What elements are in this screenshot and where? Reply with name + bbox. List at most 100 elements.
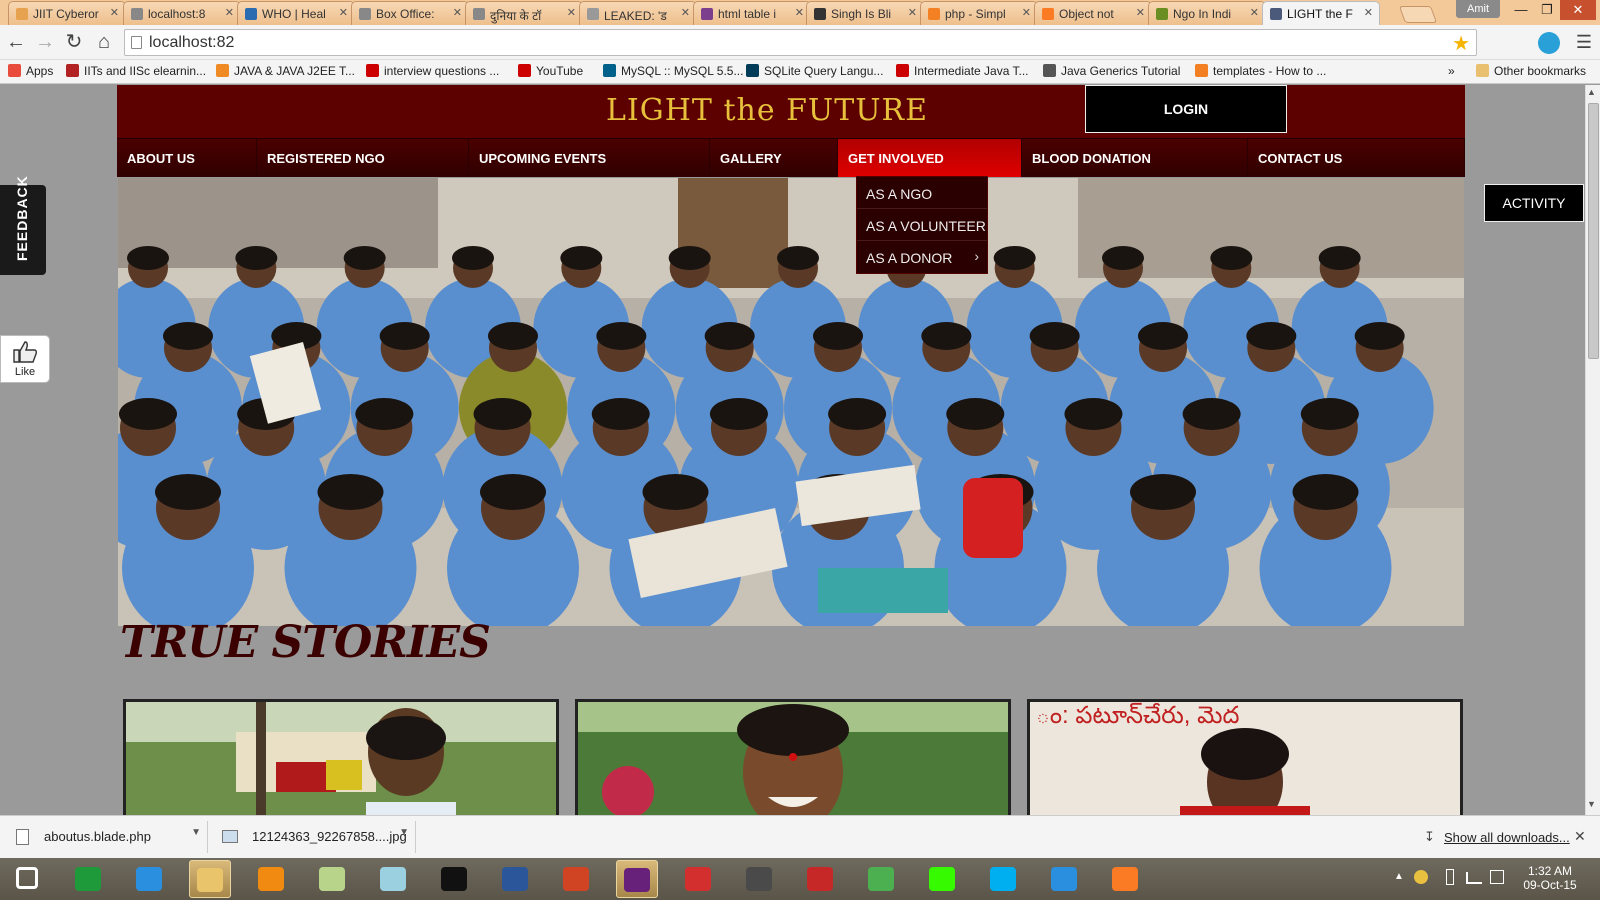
vlc-icon[interactable] (250, 860, 292, 898)
clock[interactable]: 1:32 AM 09-Oct-15 (1514, 864, 1586, 892)
bookmark-item[interactable]: SQLite Query Langu... (746, 64, 883, 78)
cmd-icon[interactable] (433, 860, 475, 898)
close-tab-icon[interactable]: ✕ (1022, 6, 1031, 19)
like-button[interactable]: Like (0, 335, 50, 383)
wifi-icon[interactable] (1043, 860, 1085, 898)
activity-button[interactable]: ACTIVITY (1484, 184, 1584, 222)
download-item-2[interactable]: 12124363_92267858....jpg ▼ (212, 821, 416, 853)
browser-tab[interactable]: दुनिया के टॉ ✕ (465, 1, 583, 25)
close-tab-icon[interactable]: ✕ (453, 6, 462, 19)
flag-icon[interactable] (1490, 870, 1504, 884)
download-item-1[interactable]: aboutus.blade.php ▼ (4, 821, 208, 853)
scroll-up-icon[interactable]: ▲ (1587, 87, 1596, 97)
scroll-down-icon[interactable]: ▼ (1587, 799, 1596, 809)
close-tab-icon[interactable]: ✕ (795, 6, 804, 19)
kaspersky-icon[interactable] (677, 860, 719, 898)
bookmark-star-icon[interactable]: ★ (1452, 31, 1470, 56)
menu-icon[interactable]: ☰ (1572, 30, 1596, 54)
nav-blood-donation[interactable]: BLOOD DONATION (1022, 139, 1248, 177)
store-icon[interactable] (67, 860, 109, 898)
bookmark-item[interactable]: JAVA & JAVA J2EE T... (216, 64, 355, 78)
start-icon[interactable] (6, 860, 48, 898)
sublime-icon[interactable] (738, 860, 780, 898)
chevron-down-icon[interactable]: ▼ (399, 827, 409, 838)
maximize-button[interactable]: ❐ (1534, 0, 1560, 20)
notepad-icon[interactable] (372, 860, 414, 898)
close-tab-icon[interactable]: ✕ (567, 6, 576, 19)
nav-contact-us[interactable]: CONTACT US (1248, 139, 1465, 177)
new-tab-button[interactable] (1398, 6, 1438, 23)
scrollbar-thumb[interactable] (1588, 103, 1599, 359)
feedback-tab[interactable]: FEEDBACK (0, 175, 46, 275)
close-tab-icon[interactable]: ✕ (908, 6, 917, 19)
back-icon[interactable]: ← (4, 30, 28, 54)
bookmark-item[interactable]: Intermediate Java T... (896, 64, 1029, 78)
nav-gallery[interactable]: GALLERY (710, 139, 838, 177)
bookmark-item[interactable]: interview questions ... (366, 64, 499, 78)
word-icon[interactable] (494, 860, 536, 898)
folder-icon[interactable] (311, 860, 353, 898)
skype-icon[interactable] (982, 860, 1024, 898)
nav-get-involved[interactable]: GET INVOLVED (838, 139, 1022, 177)
powerpoint-icon[interactable] (555, 860, 597, 898)
story-card-1[interactable] (123, 699, 559, 815)
close-tab-icon[interactable]: ✕ (225, 6, 234, 19)
bookmarks-overflow-icon[interactable]: » (1448, 64, 1455, 78)
browser-tab[interactable]: Object not ✕ (1034, 1, 1152, 25)
dropdown-item-donor[interactable]: AS A DONOR › (857, 241, 987, 273)
dropdown-item-volunteer[interactable]: AS A VOLUNTEER (857, 209, 987, 241)
browser-tab[interactable]: Singh Is Bli ✕ (806, 1, 924, 25)
browser-tab[interactable]: JIIT Cyberor ✕ (8, 1, 126, 25)
browser-tab[interactable]: LIGHT the F ✕ (1262, 1, 1380, 25)
visual-studio-icon[interactable] (616, 860, 658, 898)
browser-tab[interactable]: php - Simpl ✕ (920, 1, 1038, 25)
tray-show-hidden-icon[interactable]: ▲ (1394, 871, 1404, 882)
minimize-button[interactable]: — (1508, 0, 1534, 20)
ie-icon[interactable] (128, 860, 170, 898)
chrome-icon[interactable] (860, 860, 902, 898)
close-tab-icon[interactable]: ✕ (339, 6, 348, 19)
close-tab-icon[interactable]: ✕ (1364, 6, 1373, 19)
tray-chrome-icon[interactable] (1414, 870, 1428, 884)
close-tab-icon[interactable]: ✕ (1250, 6, 1259, 19)
bookmark-item[interactable]: YouTube (518, 64, 583, 78)
profile-name[interactable]: Amit (1456, 0, 1500, 18)
bookmark-item[interactable]: templates - How to ... (1195, 64, 1326, 78)
address-bar[interactable]: localhost:82 ★ (124, 29, 1477, 56)
browser-tab[interactable]: WHO | Heal ✕ (237, 1, 355, 25)
dreamweaver-icon[interactable] (921, 860, 963, 898)
acrobat-icon[interactable] (799, 860, 841, 898)
bookmark-item[interactable]: IITs and IISc elearnin... (66, 64, 206, 78)
nav-about-us[interactable]: ABOUT US (117, 139, 257, 177)
page-scrollbar[interactable]: ▲ ▼ (1585, 85, 1600, 815)
browser-tab[interactable]: LEAKED: 'ड ✕ (579, 1, 697, 25)
bookmark-item[interactable]: Java Generics Tutorial (1043, 64, 1180, 78)
nav-registered-ngo[interactable]: REGISTERED NGO (257, 139, 469, 177)
nav-upcoming-events[interactable]: UPCOMING EVENTS (469, 139, 710, 177)
bookmark-item[interactable]: MySQL :: MySQL 5.5... (603, 64, 743, 78)
browser-tab[interactable]: Ngo In Indi ✕ (1148, 1, 1266, 25)
story-card-3[interactable]: ం: పటూన్‌చేరు, మెద (1027, 699, 1463, 815)
other-bookmarks[interactable]: Other bookmarks (1476, 64, 1586, 78)
reload-icon[interactable]: ↻ (62, 30, 86, 54)
forward-icon[interactable]: → (33, 30, 57, 54)
story-card-2[interactable] (575, 699, 1011, 815)
close-shelf-icon[interactable]: ✕ (1574, 828, 1586, 845)
browser-tab[interactable]: localhost:8 ✕ (123, 1, 241, 25)
browser-tab[interactable]: Box Office: ✕ (351, 1, 469, 25)
home-icon[interactable]: ⌂ (92, 30, 116, 54)
chevron-down-icon[interactable]: ▼ (191, 827, 201, 838)
xampp-icon[interactable] (1104, 860, 1146, 898)
explorer-icon[interactable] (189, 860, 231, 898)
browser-tab[interactable]: html table i ✕ (693, 1, 811, 25)
dropdown-item-ngo[interactable]: AS A NGO (857, 177, 987, 209)
bookmark-item[interactable]: Apps (8, 64, 53, 78)
close-tab-icon[interactable]: ✕ (110, 6, 119, 19)
battery-icon[interactable] (1446, 869, 1454, 885)
close-window-button[interactable]: ✕ (1560, 0, 1596, 20)
close-tab-icon[interactable]: ✕ (1136, 6, 1145, 19)
show-all-downloads-link[interactable]: Show all downloads... (1444, 830, 1570, 845)
extension-icon[interactable] (1538, 32, 1560, 54)
signal-icon[interactable] (1466, 872, 1482, 884)
close-tab-icon[interactable]: ✕ (681, 6, 690, 19)
